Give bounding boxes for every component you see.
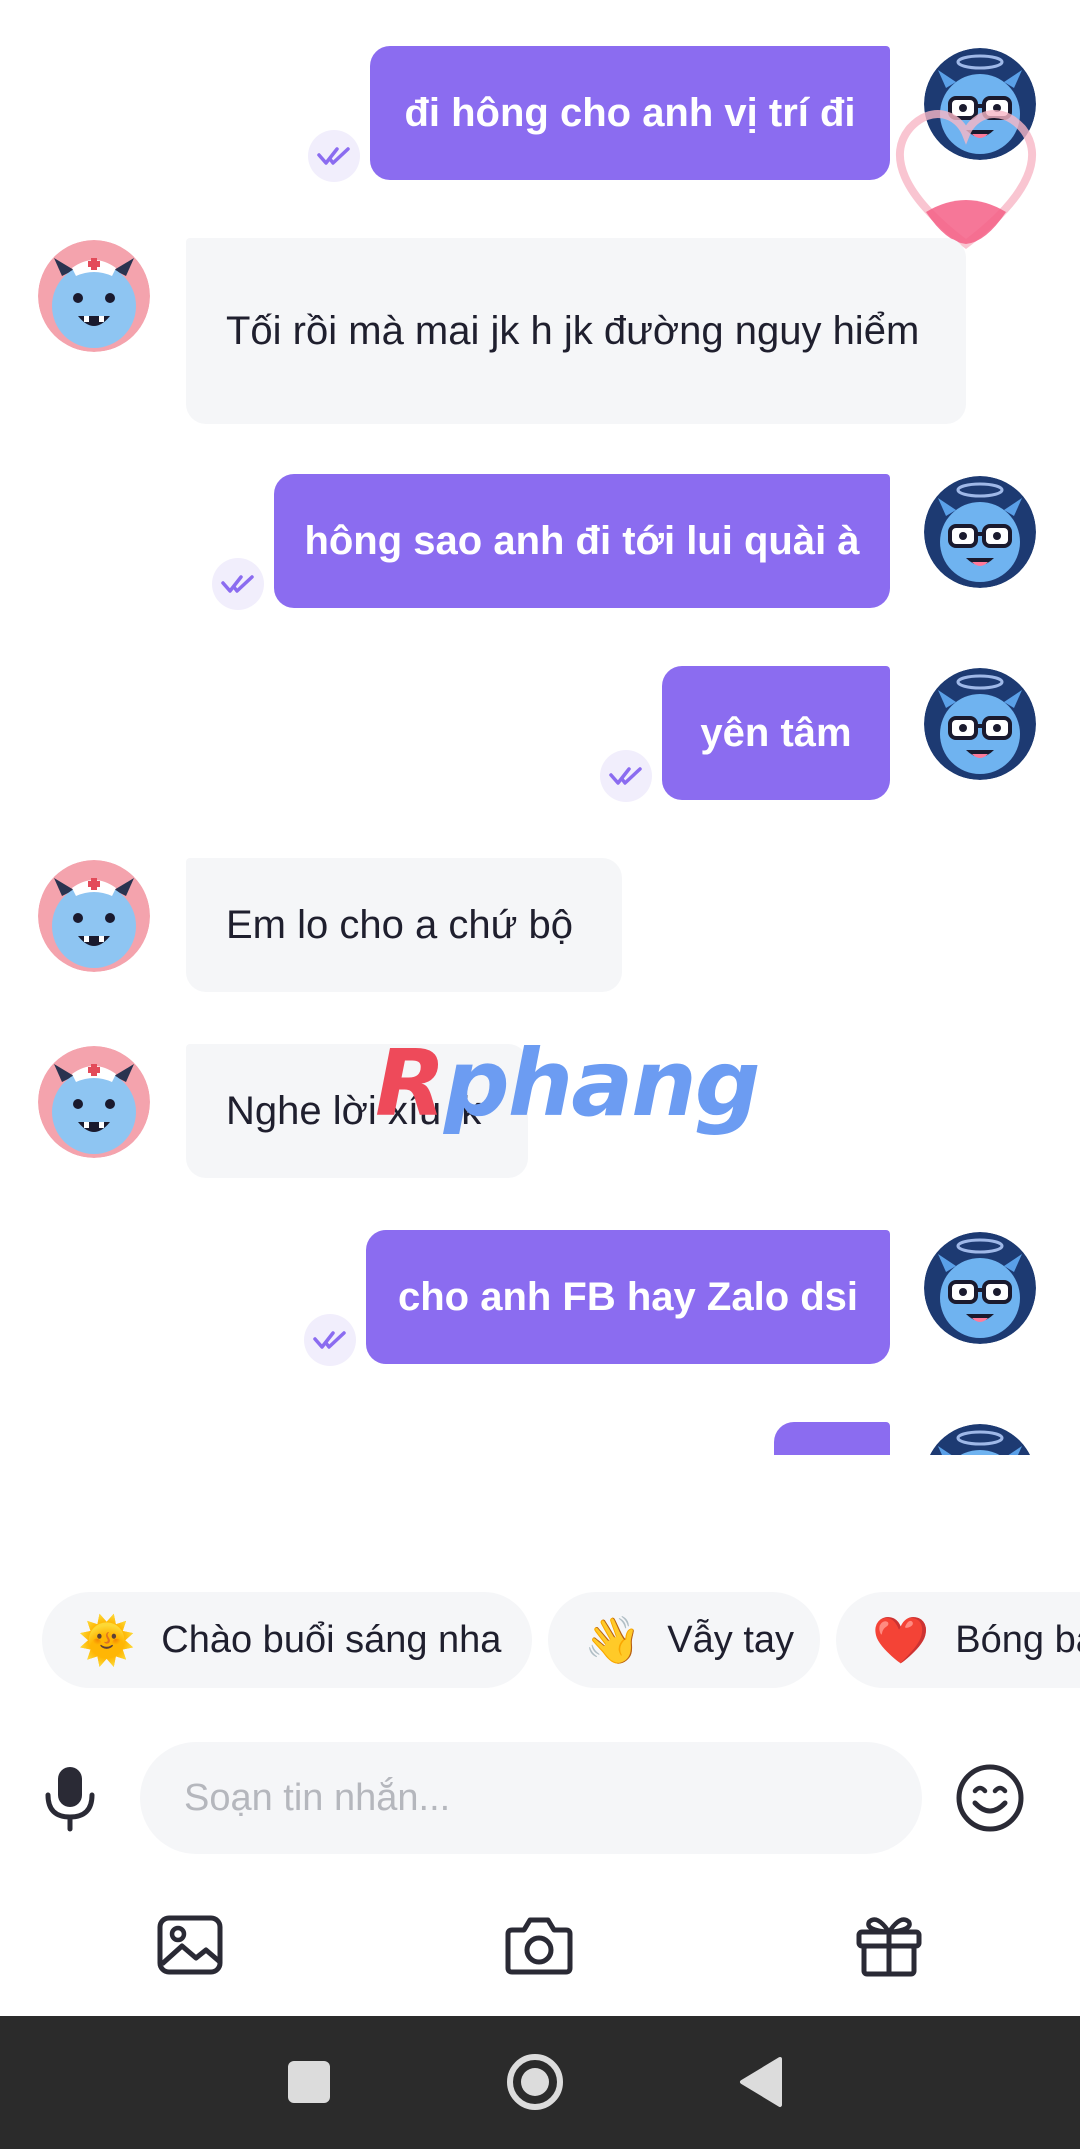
my-avatar[interactable] [924, 1424, 1036, 1455]
camera-button[interactable] [499, 1905, 579, 1985]
quick-reply-label: Vẫy tay [667, 1618, 795, 1661]
quick-reply-label: Bóng ba [955, 1618, 1080, 1661]
contact-avatar[interactable] [38, 1046, 150, 1158]
watermark-text: phang [443, 1030, 761, 1137]
heart-icon: ❤️ [872, 1613, 930, 1666]
message-row-outgoing: đi hông cho anh vị trí đi [0, 46, 1080, 250]
contact-avatar[interactable] [38, 860, 150, 972]
gift-icon [856, 1917, 922, 1977]
recents-button[interactable] [276, 2049, 342, 2115]
sun-emoji-icon: 🌞 [78, 1613, 136, 1666]
watermark-letter: R [375, 1030, 446, 1137]
message-bubble-outgoing[interactable]: yên tâm [662, 666, 890, 800]
attachment-toolbar [0, 1905, 1080, 1985]
home-icon [507, 2054, 563, 2110]
my-avatar[interactable] [924, 1232, 1036, 1344]
system-navigation-bar [0, 2016, 1080, 2149]
message-row-incoming: Tối rồi mà mai jk h jk đường nguy hiểm [0, 238, 1080, 424]
message-row-incoming: Em lo cho a chứ bộ [0, 858, 1080, 992]
read-receipt-icon [600, 750, 652, 802]
quick-reply-chip[interactable]: 🌞 Chào buổi sáng nha [42, 1592, 532, 1688]
emoji-button[interactable] [950, 1758, 1030, 1838]
message-bubble-outgoing[interactable]: đi hông cho anh vị trí đi [370, 46, 890, 180]
message-composer [0, 1742, 1080, 1854]
message-row-outgoing: cho anh FB hay Zalo dsi [0, 1230, 1080, 1370]
message-bubble-outgoing[interactable]: cho anh FB hay Zalo dsi [366, 1230, 890, 1364]
my-avatar[interactable] [924, 668, 1036, 780]
chat-thread[interactable]: đi hông cho anh vị trí đi Tối rồi mà mai… [0, 0, 1080, 1455]
contact-avatar[interactable] [38, 240, 150, 352]
emoji-icon [956, 1764, 1024, 1832]
gallery-icon [157, 1915, 223, 1975]
heart-frame-icon [895, 109, 1037, 250]
message-bubble-incoming[interactable]: Tối rồi mà mai jk h jk đường nguy hiểm [186, 238, 966, 424]
message-row-outgoing [0, 1422, 1080, 1455]
waving-hand-icon: 👋 [584, 1613, 642, 1666]
microphone-icon [45, 1767, 95, 1832]
quick-reply-label: Chào buổi sáng nha [161, 1618, 502, 1661]
gallery-button[interactable] [150, 1905, 230, 1985]
message-bubble-outgoing[interactable] [774, 1422, 890, 1455]
gift-button[interactable] [849, 1905, 929, 1985]
message-input-wrapper [140, 1742, 922, 1854]
message-input[interactable] [182, 1775, 922, 1821]
message-row-outgoing: yên tâm [0, 666, 1080, 806]
watermark-logo: Rphang [375, 1030, 761, 1137]
quick-reply-chip[interactable]: ❤️ Bóng ba [836, 1592, 1080, 1688]
read-receipt-icon [212, 558, 264, 610]
microphone-button[interactable] [30, 1758, 110, 1838]
back-button[interactable] [728, 2049, 794, 2115]
home-button[interactable] [502, 2049, 568, 2115]
my-avatar[interactable] [924, 476, 1036, 588]
message-row-outgoing: hông sao anh đi tới lui quài à [0, 474, 1080, 614]
recents-icon [288, 2061, 330, 2103]
quick-reply-chip[interactable]: 👋 Vẫy tay [548, 1592, 820, 1688]
read-receipt-icon [304, 1314, 356, 1366]
quick-reply-bar[interactable]: 🌞 Chào buổi sáng nha 👋 Vẫy tay ❤️ Bóng b… [0, 1592, 1080, 1692]
message-bubble-outgoing[interactable]: hông sao anh đi tới lui quài à [274, 474, 890, 608]
back-icon [740, 2057, 782, 2107]
camera-icon [505, 1917, 573, 1975]
read-receipt-icon [308, 130, 360, 182]
message-bubble-incoming[interactable]: Em lo cho a chứ bộ [186, 858, 622, 992]
